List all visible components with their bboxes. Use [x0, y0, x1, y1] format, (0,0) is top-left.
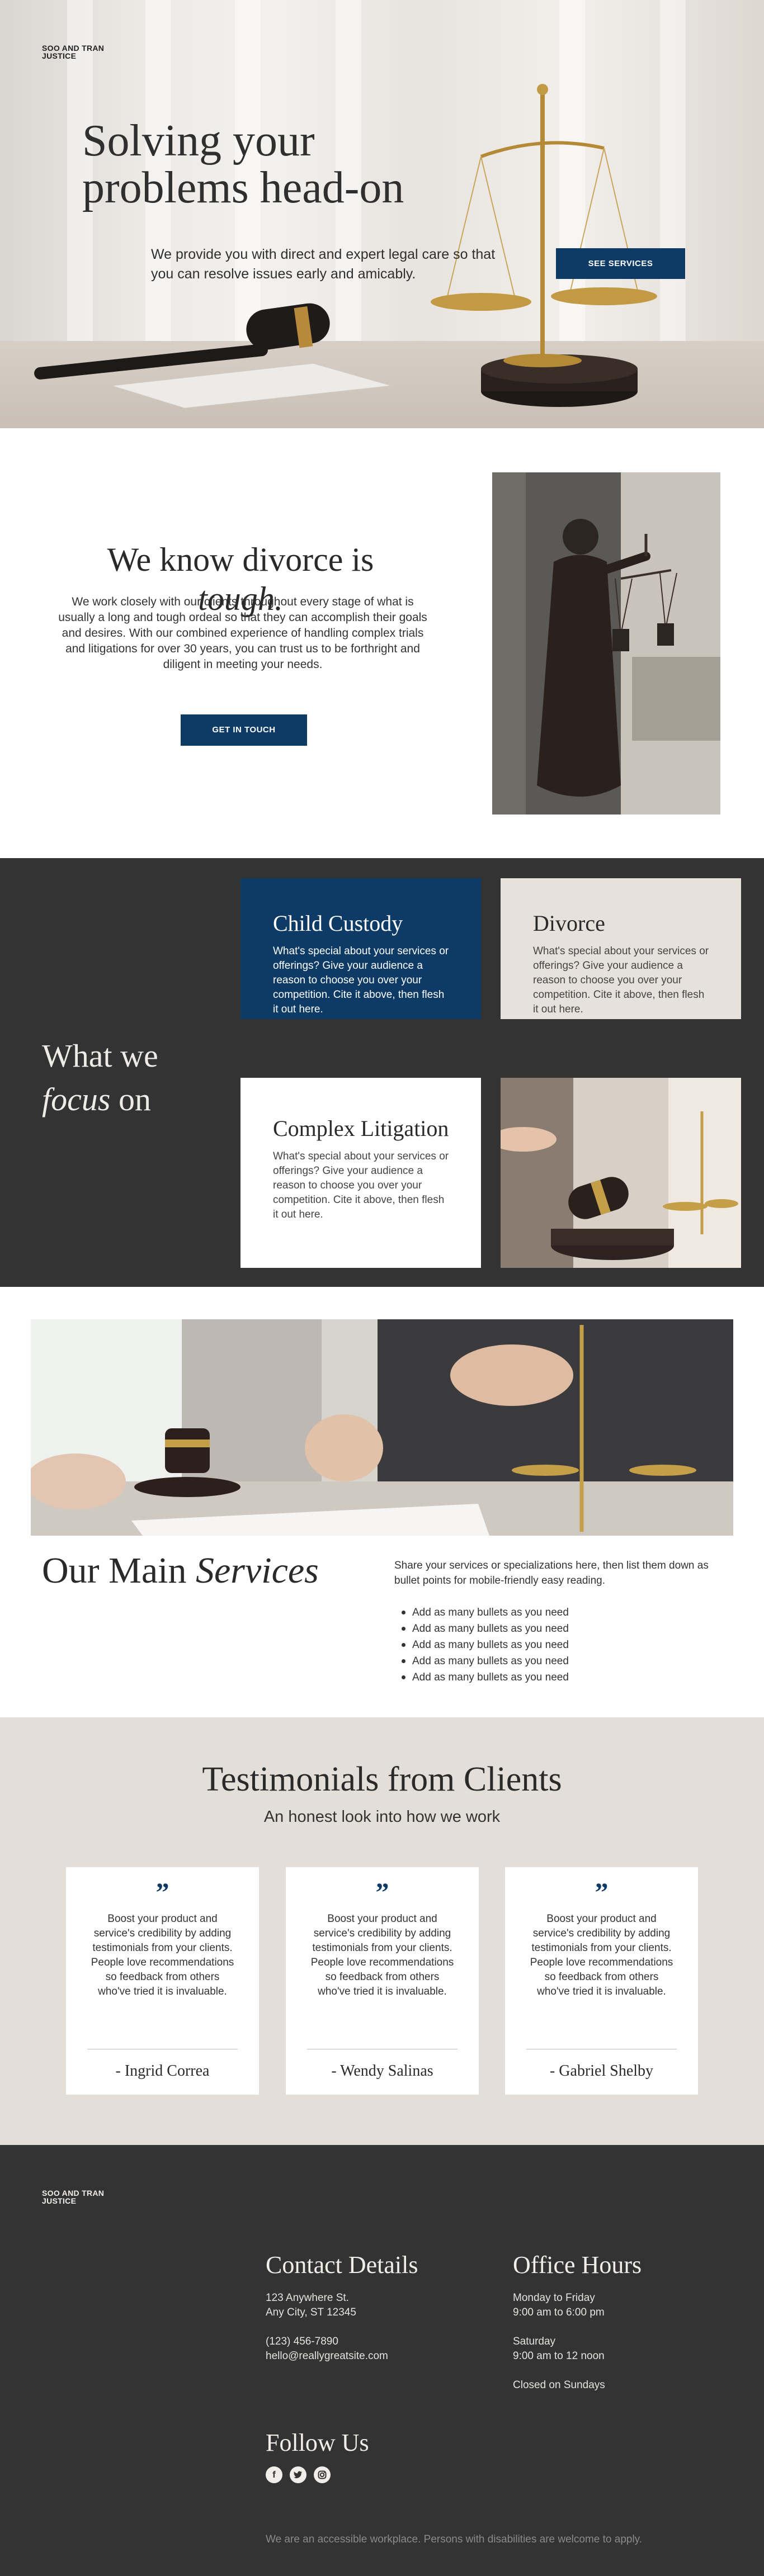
contact-email[interactable]: hello@reallygreatsite.com — [266, 2349, 388, 2364]
list-item: Add as many bullets as you need — [402, 1653, 724, 1669]
twitter-icon[interactable] — [290, 2466, 306, 2483]
contact-address-line-1: 123 Anywhere St. — [266, 2292, 349, 2304]
focus-card-child-custody[interactable]: Child Custody What's special about your … — [240, 878, 481, 1019]
list-item: Add as many bullets as you need — [402, 1669, 724, 1685]
focus-card-text: What's special about your services or of… — [533, 945, 709, 1015]
focus-title-line-1: What we — [42, 1038, 158, 1074]
contact-phone[interactable]: (123) 456-7890 — [266, 2334, 338, 2349]
list-item: Add as many bullets as you need — [402, 1604, 724, 1621]
testimonial-card: ” Boost your product and service's credi… — [66, 1867, 259, 2095]
testimonials-subtitle: An honest look into how we work — [263, 1808, 501, 1826]
contact-details-heading: Contact Details — [266, 2251, 418, 2279]
focus-title-tail: on — [110, 1081, 151, 1117]
accessibility-note: We are an accessible workplace. Persons … — [266, 2534, 643, 2545]
list-item: Add as many bullets as you need — [402, 1621, 724, 1637]
lady-justice-statue-image — [492, 472, 720, 815]
hours-weekday-label: Monday to Friday — [513, 2292, 595, 2304]
hero-section: SOO AND TRAN JUSTICE Solving your proble… — [0, 0, 764, 428]
gavel-and-scales-illustration — [34, 84, 657, 409]
brand-line-2: JUSTICE — [42, 51, 77, 60]
brand-line-2: JUSTICE — [42, 2196, 77, 2205]
services-title-lead: Our Main — [42, 1550, 196, 1591]
get-in-touch-button[interactable]: GET IN TOUCH — [181, 714, 307, 746]
focus-card-title: Complex Litigation — [273, 1116, 449, 1141]
focus-card-title: Divorce — [533, 911, 605, 936]
see-services-button[interactable]: SEE SERVICES — [556, 248, 685, 279]
testimonial-text: Boost your product and service's credibi… — [91, 1913, 234, 1997]
services-title-emphasis: Services — [195, 1550, 319, 1591]
testimonial-card: ” Boost your product and service's credi… — [505, 1867, 698, 2095]
testimonials-title: Testimonials from Clients — [202, 1760, 562, 1798]
hours-weekday-time: 9:00 am to 6:00 pm — [513, 2307, 605, 2318]
services-title: Our Main Services — [42, 1549, 319, 1593]
about-body: We work closely with our clients through… — [58, 595, 427, 671]
focus-title-line-2: focus on — [42, 1078, 158, 1121]
contact-address-line-2: Any City, ST 12345 — [266, 2307, 356, 2318]
about-title-lead: We know divorce is — [107, 541, 374, 578]
instagram-icon[interactable] — [314, 2466, 331, 2483]
hero-title: Solving your problems head-on — [82, 117, 485, 211]
focus-card-complex-litigation[interactable]: Complex Litigation What's special about … — [240, 1078, 481, 1268]
brand-line-1: SOO AND TRAN — [42, 44, 105, 53]
hero-title-line-1: Solving your — [82, 116, 315, 165]
gavel-photo — [501, 1078, 741, 1268]
focus-title: What we focus on — [42, 1034, 158, 1121]
quote-icon: ” — [375, 1878, 389, 1907]
office-hours-heading: Office Hours — [513, 2251, 642, 2279]
testimonial-text: Boost your product and service's credibi… — [310, 1913, 454, 1997]
focus-card-title: Child Custody — [273, 911, 403, 936]
services-bullet-list: Add as many bullets as you need Add as m… — [402, 1604, 724, 1685]
page: SOO AND TRAN JUSTICE Solving your proble… — [0, 0, 764, 2576]
services-intro: Share your services or specializations h… — [394, 1560, 709, 1587]
hero-subtitle: We provide you with direct and expert le… — [151, 247, 496, 282]
testimonial-author: - Ingrid Correa — [115, 2062, 210, 2080]
testimonial-card: ” Boost your product and service's credi… — [286, 1867, 479, 2095]
list-item: Add as many bullets as you need — [402, 1637, 724, 1653]
services-banner-photo — [31, 1319, 733, 1536]
hours-sunday: Closed on Sundays — [513, 2379, 605, 2391]
focus-card-text: What's special about your services or of… — [273, 1150, 449, 1220]
quote-icon: ” — [595, 1878, 609, 1907]
hours-saturday-time: 9:00 am to 12 noon — [513, 2350, 605, 2362]
hours-saturday-label: Saturday — [513, 2336, 556, 2347]
gavel-and-scales-image — [501, 1078, 741, 1268]
testimonial-author: - Wendy Salinas — [331, 2062, 433, 2080]
lady-justice-photo — [492, 472, 720, 815]
focus-title-emphasis: focus — [42, 1081, 111, 1117]
testimonial-text: Boost your product and service's credibi… — [530, 1913, 673, 1997]
focus-card-text: What's special about your services or of… — [273, 945, 449, 1015]
hero-title-line-2: problems head-on — [82, 163, 404, 212]
quote-icon: ” — [155, 1878, 169, 1907]
brand-line-1: SOO AND TRAN — [42, 2189, 105, 2198]
facebook-icon[interactable]: f — [266, 2466, 282, 2483]
testimonial-author: - Gabriel Shelby — [549, 2062, 654, 2080]
focus-card-divorce[interactable]: Divorce What's special about your servic… — [501, 878, 741, 1019]
follow-us-heading: Follow Us — [266, 2429, 369, 2456]
brand-logo-text[interactable]: SOO AND TRAN JUSTICE — [42, 44, 104, 60]
footer-brand-logo-text[interactable]: SOO AND TRAN JUSTICE — [42, 2189, 104, 2205]
lawyer-desk-image — [31, 1319, 733, 1536]
